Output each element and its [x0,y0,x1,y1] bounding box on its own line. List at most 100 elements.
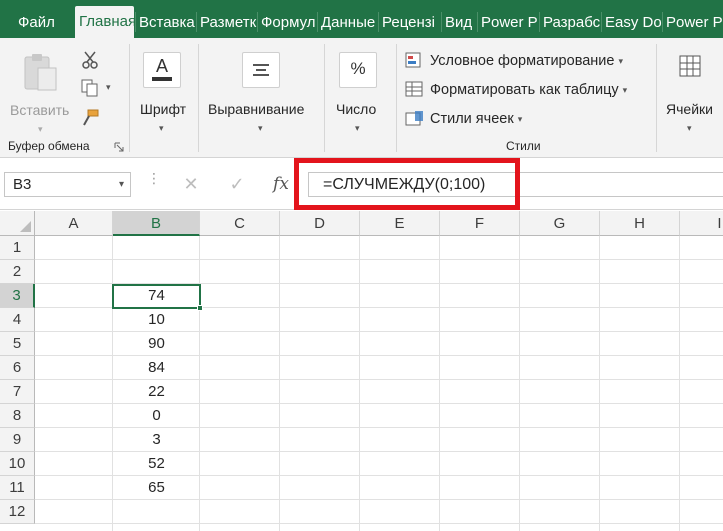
conditional-formatting-button[interactable]: Условное форматирование ▾ [405,49,623,73]
chevron-down-icon: ▾ [38,124,43,134]
tab-review[interactable]: Рецензі [378,8,441,38]
row-header-8[interactable]: 8 [0,404,35,428]
chevron-down-icon: ▾ [622,84,628,95]
cell-styles-button[interactable]: Стили ячеек ▾ [405,107,522,131]
cell-b8[interactable]: 0 [113,404,200,428]
paste-icon [24,54,57,91]
paste-label: Вставить [10,102,70,118]
fill-handle[interactable] [197,305,203,311]
row-header-4[interactable]: 4 [0,308,35,332]
gridline [599,236,600,531]
chevron-down-icon: ▾ [159,123,164,133]
group-separator [324,44,325,152]
format-as-table-icon [405,81,425,99]
cell-b9[interactable]: 3 [113,428,200,452]
gridline [359,236,360,531]
row-header-9[interactable]: 9 [0,428,35,452]
group-separator [129,44,130,152]
chevron-down-icon: ▾ [258,123,263,133]
cell-b2[interactable] [113,260,200,284]
row-header-2[interactable]: 2 [0,260,35,284]
chevron-down-icon: ▾ [618,55,623,66]
column-header-f[interactable]: F [440,211,520,236]
chevron-down-icon: ▾ [106,82,111,92]
chevron-down-icon: ▾ [118,179,124,190]
column-header-g[interactable]: G [520,211,600,236]
formula-bar-splitter[interactable]: ⋮ [147,171,161,185]
formula-input[interactable]: =СЛУЧМЕЖДУ(0;100) [308,172,723,197]
cell-b7[interactable]: 22 [113,380,200,404]
number-label: Число [336,101,377,117]
worksheet-grid[interactable]: A B C D E F G H I 1 2 3 4 5 6 7 8 9 10 1… [0,211,723,531]
format-painter-icon[interactable] [80,108,100,128]
tab-formulas[interactable]: Формул [257,8,317,38]
name-box[interactable]: B3 ▾ [4,172,131,197]
cell-b6[interactable]: 84 [113,356,200,380]
tab-power-query[interactable]: Power P [662,8,723,38]
cell-b4[interactable]: 10 [113,308,200,332]
row-header-3[interactable]: 3 [0,284,35,308]
cell-b3[interactable]: 74 [113,284,200,308]
cell-b10[interactable]: 52 [113,452,200,476]
ribbon-tab-bar: Файл Главная Вставка Разметк Формул Данн… [0,0,723,38]
cut-icon[interactable] [80,50,100,70]
name-box-value: B3 [13,176,32,193]
row-header-11[interactable]: 11 [0,476,35,500]
column-header-d[interactable]: D [280,211,360,236]
cells-icon [679,55,701,77]
font-button[interactable]: A Шрифт ▾ [134,46,194,136]
column-header-i[interactable]: I [680,211,723,236]
cell-b5[interactable]: 90 [113,332,200,356]
row-header-7[interactable]: 7 [0,380,35,404]
copy-icon [81,79,98,97]
tab-data[interactable]: Данные [317,8,378,38]
cancel-icon[interactable]: ✕ [176,172,206,197]
row-header-10[interactable]: 10 [0,452,35,476]
alignment-label: Выравнивание [208,101,305,117]
insert-function-button[interactable]: fx [266,172,296,197]
tab-home[interactable]: Главная [75,6,134,38]
tab-easy-do[interactable]: Easy Do [601,8,662,38]
group-separator [656,44,657,152]
tab-file[interactable]: Файл [14,8,74,38]
cell-b11[interactable]: 65 [113,476,200,500]
column-header-c[interactable]: C [200,211,280,236]
tab-page-layout[interactable]: Разметк [196,8,257,38]
cell-b1[interactable] [113,236,200,260]
format-as-table-button[interactable]: Форматировать как таблицу ▾ [405,78,627,102]
column-header-b[interactable]: B [113,211,200,236]
chevron-down-icon: ▾ [517,113,523,124]
row-header-1[interactable]: 1 [0,236,35,260]
group-separator [396,44,397,152]
format-as-table-label: Форматировать как таблицу [430,82,619,98]
clipboard-group-label: Буфер обмена [8,139,90,153]
column-header-a[interactable]: A [35,211,113,236]
dialog-launcher-icon[interactable] [114,142,124,152]
alignment-button[interactable]: Выравнивание ▾ [202,46,318,136]
font-icon: A [143,52,181,88]
row-header-12[interactable]: 12 [0,500,35,524]
cells-label: Ячейки [666,101,713,117]
tab-view[interactable]: Вид [441,8,477,38]
tab-insert[interactable]: Вставка [135,8,196,38]
ribbon-home: Вставить ▾ ▾ Буфер обмена A Шрифт ▾ Выра… [0,38,723,158]
cells-button[interactable]: Ячейки ▾ [660,46,723,136]
select-all-button[interactable] [0,211,35,236]
alignment-icon [242,52,280,88]
conditional-formatting-label: Условное форматирование [430,53,615,69]
paste-button[interactable]: Вставить ▾ [6,46,74,136]
number-button[interactable]: % Число ▾ [330,46,390,136]
cell-b12[interactable] [113,500,200,524]
column-header-e[interactable]: E [360,211,440,236]
cell-styles-label: Стили ячеек [430,111,514,127]
row-header-6[interactable]: 6 [0,356,35,380]
tab-power-pivot[interactable]: Power P [477,8,539,38]
copy-button[interactable]: ▾ [80,78,116,100]
column-header-h[interactable]: H [600,211,680,236]
enter-icon[interactable]: ✓ [222,172,252,197]
chevron-down-icon: ▾ [355,123,360,133]
tab-developer[interactable]: Разрабс [539,8,601,38]
gridline [279,236,280,531]
cell-styles-icon [405,110,425,128]
row-header-5[interactable]: 5 [0,332,35,356]
